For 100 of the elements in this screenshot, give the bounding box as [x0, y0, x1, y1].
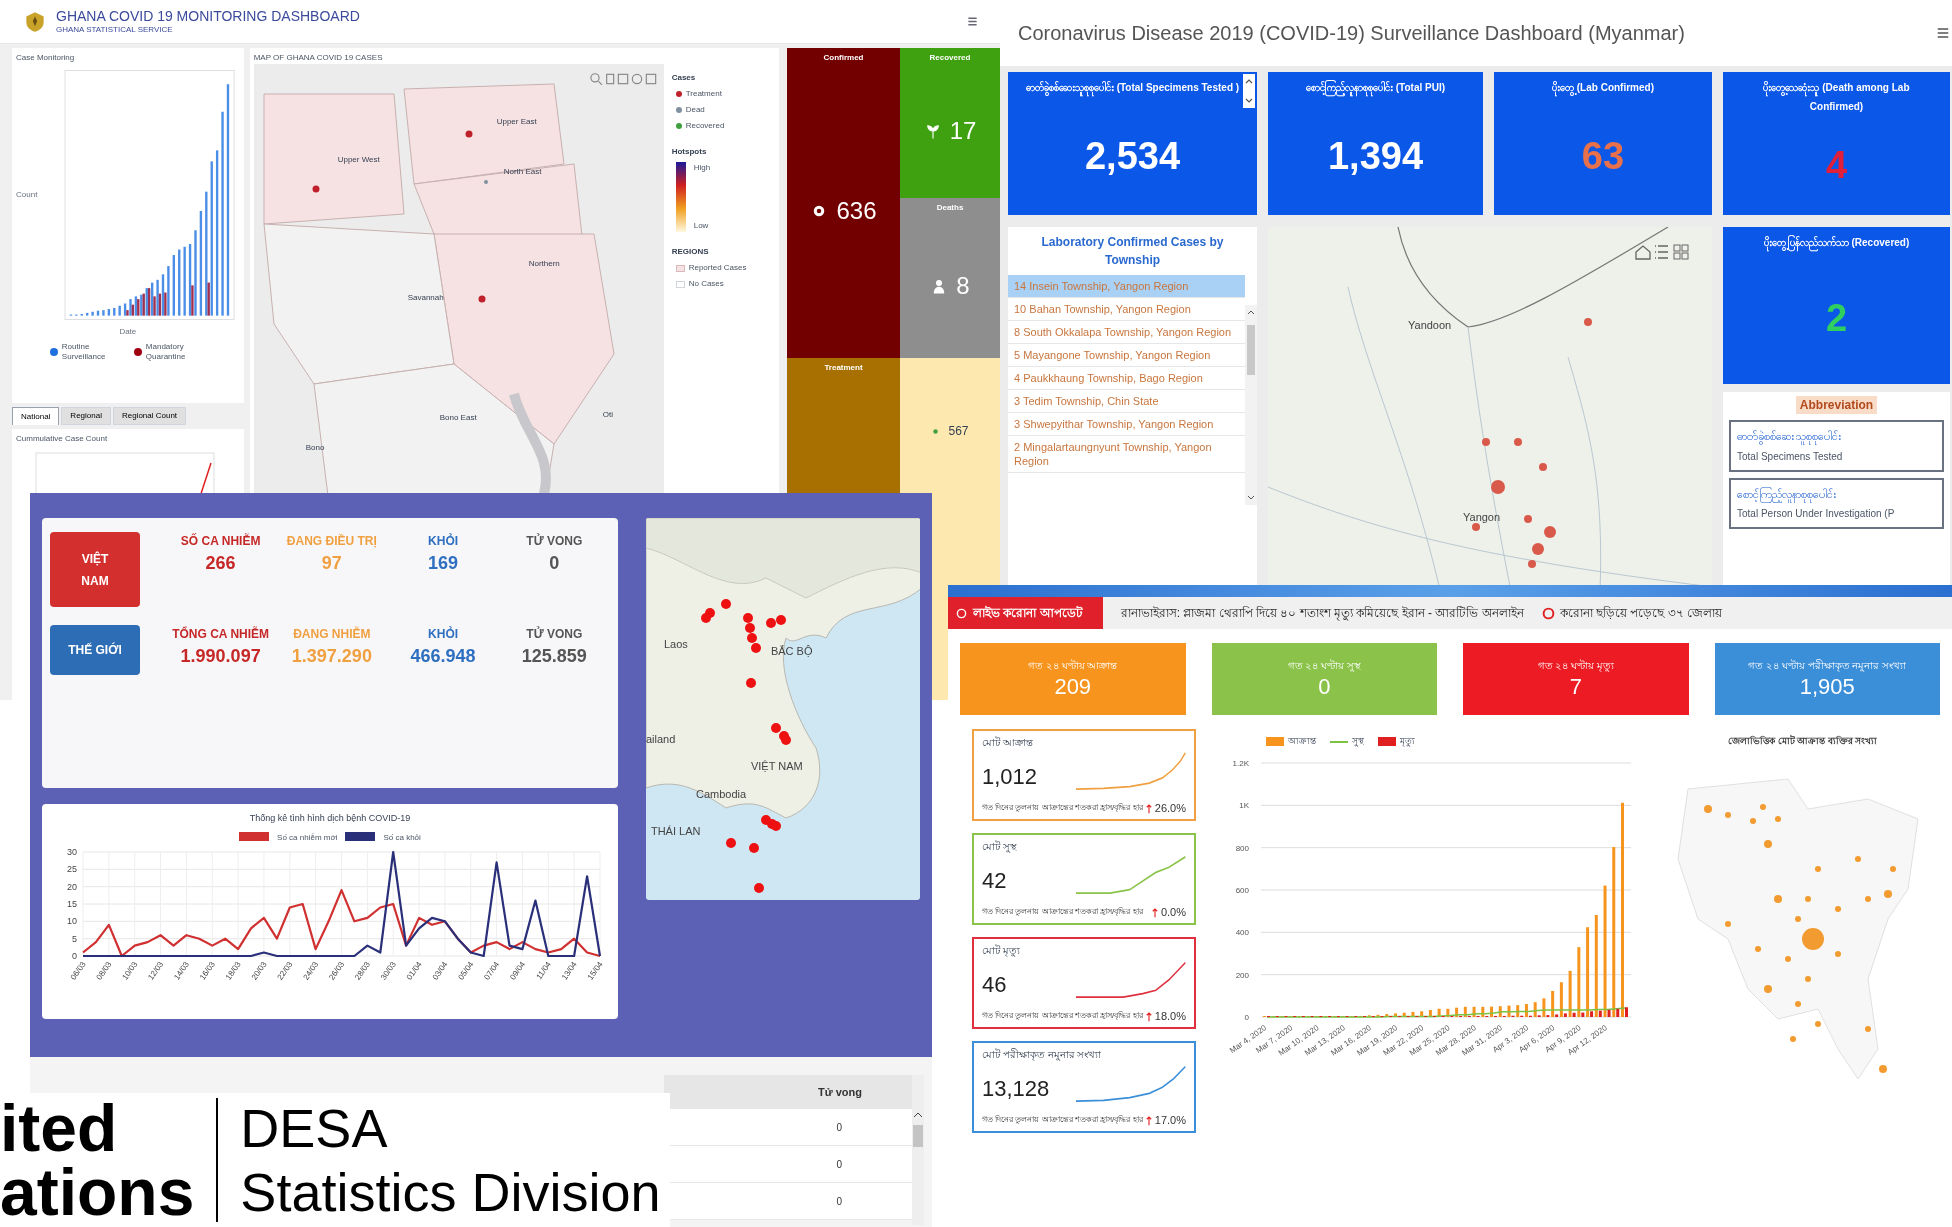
card-label: মোট আক্রান্ত	[982, 735, 1034, 750]
scale-label: Low	[693, 220, 710, 232]
card-label: গত ২৪ ঘণ্টায় মৃত্যু	[1537, 658, 1614, 673]
ring-icon	[956, 607, 967, 619]
map-label: North East	[503, 166, 542, 178]
abbreviation-meaning: Total Specimens Tested	[1737, 449, 1844, 464]
list-item[interactable]: 14 Insein Township, Yangon Region	[1008, 275, 1245, 298]
tile-value: 8	[956, 271, 970, 301]
card-label: গত ২৪ ঘণ্টায় পরীক্ষাকৃত নমুনার সংখ্যা	[1748, 658, 1907, 673]
stat-label: TỔNG CA NHIỄM	[172, 625, 270, 643]
legend-label: Số ca khỏi	[383, 831, 421, 844]
map-label: ailand	[645, 732, 676, 747]
card-value: 2	[1825, 295, 1848, 341]
axis-tick-label: 1K	[1239, 800, 1249, 810]
change-value: 18.0%	[1154, 1008, 1186, 1024]
axis-tick-label: 25	[66, 863, 77, 874]
axis-label: Count	[16, 189, 39, 201]
menu-icon[interactable]	[1936, 26, 1950, 40]
map-label: Yangon	[1463, 510, 1501, 525]
card-value: 4	[1825, 143, 1848, 188]
legend-label: Routine Surveillance	[61, 342, 107, 362]
tab[interactable]: Regional Count	[112, 407, 187, 425]
change-value: 26.0%	[1154, 800, 1186, 816]
logo-text: ations	[0, 1160, 195, 1224]
card-note: গত দিনের তুলনায় আক্রান্তের শতকরা হ্রাস/বৃদ্ধির হার	[982, 801, 1143, 814]
card-value: 2,534	[1084, 133, 1181, 179]
panel-title: MAP OF GHANA COVID 19 CASES	[253, 52, 384, 64]
map-label: Upper West	[337, 154, 380, 166]
legend-label: No Cases	[688, 278, 724, 290]
stat-value: 97	[321, 552, 342, 575]
tab[interactable]: National	[12, 407, 60, 425]
card-value: 7	[1569, 672, 1582, 701]
card-value: 1,394	[1327, 133, 1424, 179]
card-value: 1,905	[1799, 672, 1855, 701]
stat-label: ĐANG NHIỄM	[293, 625, 371, 643]
stat-label: SỐ CA NHIỄM	[180, 532, 261, 550]
card-value: 1,012	[982, 762, 1038, 790]
scroll-arrows-icon[interactable]	[1243, 74, 1255, 108]
dot-icon	[931, 426, 941, 436]
menu-icon[interactable]	[967, 16, 978, 27]
card-value: 46	[982, 970, 1007, 998]
card-note: গত দিনের তুলনায় আক্রান্তের শতকরা হ্রাস/বৃদ্ধির হার	[982, 1009, 1143, 1022]
axis-tick-label: 800	[1235, 843, 1249, 853]
legend-label: Mandatory Quarantine	[145, 342, 187, 362]
stat-value: 125.859	[521, 645, 587, 668]
stat-value: 169	[428, 552, 459, 575]
axis-tick-label: 200	[1235, 970, 1249, 980]
card-value: 63	[1581, 133, 1625, 179]
tile-label: Confirmed	[823, 52, 864, 64]
axis-tick-label: 600	[1235, 885, 1249, 895]
legend-label: সুস্থ	[1352, 735, 1364, 749]
axis-tick-label: 0	[1244, 1012, 1249, 1022]
card-label: ပိုးတွေ့ပြန်လည်သက်သာ (Recovered)	[1763, 233, 1910, 252]
dashboard-title: Coronavirus Disease 2019 (COVID-19) Surveillance Dashboard (Myanmar)	[1018, 21, 1686, 46]
tile-value: 567	[948, 423, 969, 440]
card-label: গত ২৪ ঘণ্টায় সুস্থ	[1287, 658, 1361, 673]
legend-title: Cases	[671, 72, 697, 84]
legend-label: আক্রান্ত	[1288, 735, 1316, 748]
map-label: BẮC BỘ	[770, 644, 813, 659]
stat-label: KHỎI	[428, 625, 459, 643]
map-title: জেলাভিত্তিক মোট আক্রান্ত ব্যক্তির সংখ্যা	[1728, 735, 1878, 748]
card-value: 13,128	[982, 1074, 1050, 1102]
legend-label: Dead	[685, 104, 705, 116]
card-note: গত দিনের তুলনায় আক্রান্তের শতকরা হ্রাস/বৃদ্ধির হার	[982, 1113, 1143, 1126]
map-toolbar-icon[interactable]	[587, 72, 658, 86]
map-label: Bono	[305, 442, 325, 454]
axis-tick-label: 15	[66, 898, 77, 909]
stat-label: KHỎI	[428, 532, 459, 550]
abbreviation-meaning: Total Person Under Investigation (P	[1737, 507, 1896, 521]
axis-tick-label: 0	[71, 950, 77, 961]
panel-title: Case Monitoring	[16, 52, 76, 64]
legend-label: মৃত্যু	[1400, 735, 1415, 749]
country-badge: VIỆT NAM	[50, 532, 140, 607]
map-label: Northern	[528, 258, 560, 270]
news-headline[interactable]: করোনা ছড়িয়ে পড়েছে ৩৭ জেলায়	[1559, 604, 1723, 622]
abbreviation-term: စောင့်ကြည့်လူနာစုစုပေါင်း	[1737, 485, 1936, 502]
map-toolbar-icon[interactable]	[1632, 243, 1692, 261]
legend-label: Treatment	[685, 88, 722, 100]
map-label: Upper East	[496, 116, 537, 128]
stat-value: 466.948	[410, 645, 476, 668]
legend-title: REGIONS	[671, 246, 710, 258]
abbreviation-term: ဓာတ်ခွဲစစ်ဆေးသူစုစုပေါင်း	[1737, 428, 1936, 445]
news-headline[interactable]: রানাভাইরাস: প্লাজমা থেরাপি দিয়ে ৪০ শতাংশ মৃত্যু কমিয়েছে ইরান - আরটিভি অনলাইন	[1120, 604, 1524, 622]
map-label: Cambodia	[695, 787, 747, 802]
dashboard-title: GHANA COVID 19 MONITORING DASHBOARD	[56, 7, 360, 26]
heat-scale	[675, 162, 686, 232]
legend-swatch	[675, 264, 685, 272]
scrollbar-icon[interactable]	[912, 1075, 924, 1225]
map-label: Oti	[602, 409, 613, 421]
change-value: 17.0%	[1154, 1112, 1186, 1128]
country-badge: THẾ GIỚI	[50, 625, 140, 675]
axis-tick-label: 1.2K	[1232, 758, 1249, 768]
tile-value: 17	[949, 116, 977, 146]
card-label: ဓာတ်ခွဲစစ်ဆေးသူစုစုပေါင်း (Total Specimens Tested )	[1025, 78, 1240, 97]
card-label: মোট পরীক্ষাকৃত নমুনার সংখ্যা	[982, 1047, 1103, 1062]
card-label: মোট মৃত্যু	[982, 943, 1021, 958]
scale-label: High	[693, 162, 711, 174]
tab[interactable]: Regional	[61, 407, 111, 425]
ring-icon	[1541, 606, 1555, 620]
axis-tick-label: 30	[66, 846, 77, 857]
